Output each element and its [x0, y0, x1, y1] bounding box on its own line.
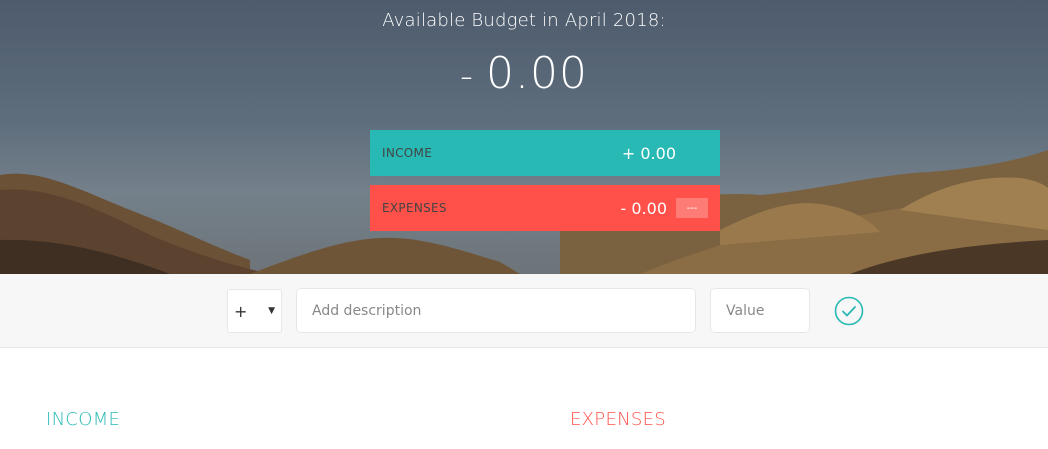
budget-value: -0.00	[0, 48, 1048, 99]
type-select[interactable]: + ▼	[227, 289, 282, 333]
budget-sign: -	[460, 56, 475, 97]
check-circle-icon	[834, 296, 864, 326]
income-summary-value: + 0.00	[621, 143, 676, 163]
budget-title: Available Budget in April 2018:	[382, 10, 666, 31]
expenses-percentage-badge: ---	[676, 198, 708, 218]
dropdown-caret-icon: ▼	[268, 306, 275, 316]
income-list-title: Income	[46, 409, 121, 430]
budget-header: Available Budget in April 2018: -0.00 In…	[0, 0, 1048, 274]
value-input[interactable]: Value	[710, 288, 810, 333]
expenses-list-title: Expenses	[570, 409, 667, 430]
income-summary: Income + 0.00	[370, 130, 720, 176]
expenses-summary: Expenses - 0.00 ---	[370, 185, 720, 231]
expenses-summary-value: - 0.00	[620, 198, 668, 218]
add-entry-bar: + ▼ Add description Value	[0, 274, 1048, 348]
add-submit-button[interactable]	[834, 296, 864, 326]
income-summary-label: Income	[382, 146, 433, 160]
budget-amount: 0.00	[486, 48, 588, 99]
expenses-summary-label: Expenses	[382, 201, 447, 215]
description-input[interactable]: Add description	[296, 288, 696, 333]
type-select-value: +	[234, 301, 248, 321]
